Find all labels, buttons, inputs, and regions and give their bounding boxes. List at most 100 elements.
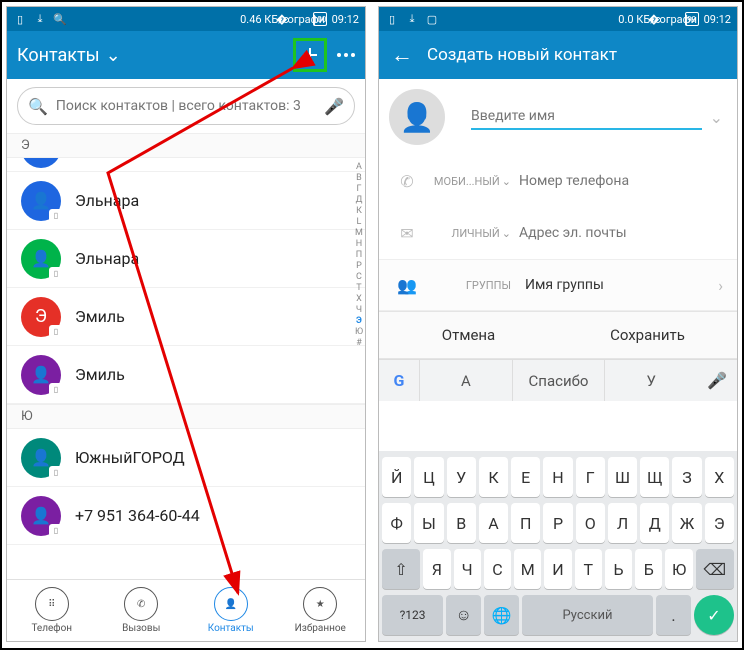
space-key[interactable]: Русский [522,595,653,635]
wifi-icon: �ографи [666,12,680,26]
emoji-key[interactable]: ☺ [446,595,481,635]
key-Р[interactable]: Р [543,503,572,543]
section-header: Э [7,133,365,158]
back-arrow-icon[interactable]: ← [391,42,413,68]
contacts-list[interactable]: Э 👤▯ Эльнара 👤▯ Эльнара Э▯Эмиль👤▯ЭмильЮ👤▯Южны… [7,133,365,545]
key-Ф[interactable]: Ф [382,503,411,543]
contact-avatar: 👤▯ [21,496,61,536]
chevron-right-icon[interactable]: › [718,276,723,295]
google-icon[interactable]: G [379,371,419,390]
search-box[interactable]: 🔍 🎤 [17,87,355,125]
mic-icon[interactable]: 🎤 [324,97,344,116]
key-Ж[interactable]: Ж [672,503,701,543]
contact-row[interactable]: 👤▯ +7 951 364-60-44 [7,487,365,545]
section-header: Ю [7,404,365,429]
symbols-key[interactable]: ?123 [382,595,443,635]
sim-icon: ▯ [385,12,399,26]
expand-icon[interactable]: ⌄ [710,108,723,127]
clock: 09:12 [332,13,359,26]
key-Э[interactable]: Э [705,503,734,543]
key-Ш[interactable]: Ш [608,457,637,497]
backspace-key[interactable]: ⌫ [696,549,734,589]
key-У[interactable]: У [447,457,476,497]
key-С[interactable]: С [484,549,511,589]
contact-row[interactable]: Э▯Эмиль [7,288,365,346]
contact-name: +7 951 364-60-44 [75,506,200,525]
nav-favorites[interactable]: ★ Избранное [276,580,366,641]
enter-key[interactable]: ✓ [694,595,734,635]
key-Е[interactable]: Е [511,457,540,497]
phone-input[interactable] [519,169,723,193]
down-icon: ⤓ [33,12,47,26]
chevron-down-icon: ⌄ [502,227,511,240]
email-input[interactable] [519,221,723,245]
email-field-icon: ✉ [389,224,425,243]
add-contact-button[interactable] [293,38,327,72]
contact-row[interactable]: 👤▯ Эльнара [7,230,365,288]
name-input[interactable] [471,104,702,130]
key-И[interactable]: И [544,549,571,589]
contacts-screen: ▯ ⤓ 🔍 0.46 КБ/с �ографи 100 09:12 Контак… [6,6,366,642]
key-Т[interactable]: Т [575,549,602,589]
suggestion-3[interactable]: У [604,360,697,401]
shift-key[interactable]: ⇧ [382,549,420,589]
email-type-dropdown[interactable]: ЛИЧНЫЙ ⌄ [433,227,511,240]
key-Х[interactable]: Х [705,457,734,497]
key-Н[interactable]: Н [543,457,572,497]
phone-type-dropdown[interactable]: МОБИ...НЫЙ ⌄ [433,175,511,188]
key-Д[interactable]: Д [640,503,669,543]
key-Ю[interactable]: Ю [665,549,692,589]
sim-badge-icon: ▯ [49,466,63,480]
overflow-menu-icon[interactable] [337,53,355,57]
dialpad-icon: ⠿ [35,587,69,621]
key-П[interactable]: П [511,503,540,543]
contact-name: Эльнара [75,249,139,268]
save-button[interactable]: Сохранить [558,312,737,358]
contact-row[interactable]: 👤▯Эмиль [7,346,365,404]
key-Ь[interactable]: Ь [605,549,632,589]
contact-avatar: 👤▯ [21,239,61,279]
group-label: ГРУППЫ [433,279,511,292]
key-З[interactable]: З [672,457,701,497]
period-key[interactable]: . [656,595,691,635]
globe-key[interactable]: 🌐 [484,595,519,635]
search-input[interactable] [56,98,316,114]
contact-name: Эмиль [75,307,125,326]
group-field-icon: 👥 [389,276,425,295]
nav-calls[interactable]: ✆ Вызовы [97,580,187,641]
create-contact-screen: ▯ ⤓ ▢ 0.0 КБ/с �ографи 99 09:12 ← Создат… [378,6,738,642]
key-А[interactable]: А [479,503,508,543]
contact-name: Эльнара [75,191,139,210]
avatar-placeholder[interactable]: 👤 [389,89,445,145]
group-value[interactable]: Имя группы [519,273,710,297]
phone-field-icon: ✆ [389,172,425,191]
key-Г[interactable]: Г [576,457,605,497]
key-Ц[interactable]: Ц [414,457,443,497]
key-В[interactable]: В [447,503,476,543]
cancel-button[interactable]: Отмена [379,312,558,358]
nav-phone[interactable]: ⠿ Телефон [7,580,97,641]
key-Щ[interactable]: Щ [640,457,669,497]
key-Ы[interactable]: Ы [414,503,443,543]
key-К[interactable]: К [479,457,508,497]
search-status-icon: 🔍 [53,12,67,26]
bottom-nav: ⠿ Телефон ✆ Вызовы 👤 Контакты ★ Избранно… [7,579,365,641]
image-icon: ▢ [425,12,439,26]
key-Ч[interactable]: Ч [454,549,481,589]
key-О[interactable]: О [576,503,605,543]
contact-row[interactable]: 👤▯Эльнара [7,172,365,230]
key-Б[interactable]: Б [635,549,662,589]
nav-contacts[interactable]: 👤 Контакты [186,580,276,641]
key-М[interactable]: М [514,549,541,589]
voice-input-icon[interactable]: 🎤 [697,371,737,390]
key-Й[interactable]: Й [382,457,411,497]
key-Я[interactable]: Я [423,549,450,589]
sim-badge-icon: ▯ [49,524,63,538]
key-Л[interactable]: Л [608,503,637,543]
suggestion-1[interactable]: А [419,360,512,401]
contact-row[interactable]: 👤▯ЮжныйГОРОД [7,429,365,487]
header-title-dropdown[interactable]: Контакты ⌄ [17,45,121,66]
sim-icon: ▯ [13,12,27,26]
alpha-scroll-index[interactable]: АВГДКLМНПРСТХЧЭЮ# [355,162,363,348]
suggestion-2[interactable]: Спасибо [512,360,605,401]
